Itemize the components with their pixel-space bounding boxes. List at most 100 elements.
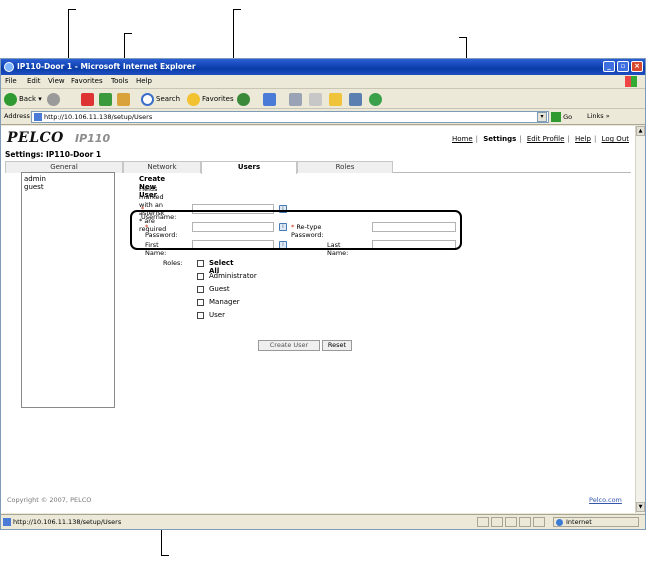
tab-network[interactable]: Network (123, 161, 201, 173)
page-content: PELCO IP110 Home | Settings | Edit Profile… (1, 126, 635, 513)
create-user-button[interactable]: Create User (258, 340, 320, 351)
research-icon (349, 92, 362, 106)
page-icon (34, 113, 42, 121)
user-list[interactable]: admin guest (21, 172, 115, 408)
scroll-down-arrow-icon[interactable]: ▼ (636, 502, 645, 512)
window-title: IP110-Door 1 - Microsoft Internet Explor… (17, 62, 196, 71)
checkbox-manager[interactable] (197, 299, 204, 306)
status-pane (491, 517, 503, 527)
top-nav: Home | Settings | Edit Profile | Help | Log … (451, 135, 629, 143)
minimize-button[interactable]: _ (603, 61, 615, 72)
folder-button[interactable] (329, 92, 344, 106)
favorites-button[interactable]: Favorites (187, 92, 234, 106)
status-pane (533, 517, 545, 527)
address-url: http://10.106.11.138/setup/Users (44, 113, 153, 121)
refresh-icon (99, 92, 112, 106)
status-bar: http://10.106.11.138/setup/Users Interne… (1, 514, 645, 529)
status-pane (477, 517, 489, 527)
product-name: IP110 (75, 132, 111, 145)
callout-line (161, 555, 169, 556)
folder-icon (329, 92, 342, 106)
status-pane (505, 517, 517, 527)
callout-line (233, 9, 241, 10)
status-pane (519, 517, 531, 527)
security-zone: Internet (553, 517, 639, 527)
home-icon (117, 92, 130, 106)
scroll-up-arrow-icon[interactable]: ▲ (636, 126, 645, 136)
vertical-scrollbar[interactable]: ▲ ▼ (635, 126, 645, 513)
callout-line (68, 9, 76, 10)
nav-settings[interactable]: Settings (483, 135, 516, 143)
refresh-button[interactable] (99, 92, 114, 106)
links-button[interactable]: Links » (587, 112, 610, 120)
nav-home[interactable]: Home (452, 135, 473, 143)
address-input[interactable]: http://10.106.11.138/setup/Users (31, 111, 549, 123)
checkbox-user[interactable] (197, 312, 204, 319)
stop-button[interactable] (81, 92, 96, 106)
checkbox-administrator[interactable] (197, 273, 204, 280)
stop-icon (81, 92, 94, 106)
copyright: Copyright © 2007, PELCO (7, 496, 92, 504)
tab-roles[interactable]: Roles (297, 161, 393, 173)
messenger-icon (369, 92, 382, 106)
nav-help[interactable]: Help (575, 135, 591, 143)
media-button[interactable] (237, 92, 252, 106)
research-button[interactable] (349, 92, 364, 106)
role-user-label: User (209, 311, 225, 319)
mail-icon (263, 92, 276, 106)
edit-icon (309, 92, 322, 106)
maximize-button[interactable]: ▫ (617, 61, 629, 72)
list-item-guest[interactable]: guest (24, 183, 112, 191)
callout-line (124, 33, 132, 34)
forward-arrow-icon (47, 92, 60, 106)
status-url: http://10.106.11.138/setup/Users (13, 518, 122, 526)
checkbox-guest[interactable] (197, 286, 204, 293)
role-manager-label: Manager (209, 298, 240, 306)
globe-icon (556, 519, 563, 526)
close-button[interactable]: × (631, 61, 643, 72)
back-button[interactable]: Back ▾ (4, 92, 42, 106)
menu-edit[interactable]: Edit (27, 77, 41, 85)
reset-button[interactable]: Reset (322, 340, 352, 351)
tab-users[interactable]: Users (201, 161, 297, 174)
print-button[interactable] (289, 92, 304, 106)
role-administrator-label: Administrator (209, 272, 257, 280)
ie-logo-icon (4, 62, 14, 72)
pelco-link[interactable]: Pelco.com (589, 496, 622, 504)
address-label: Address (4, 112, 30, 120)
pelco-logo: PELCO (7, 130, 64, 146)
menu-bar: File Edit View Favorites Tools Help (1, 75, 645, 89)
search-button[interactable]: Search (141, 92, 180, 106)
menu-view[interactable]: View (48, 77, 65, 85)
print-icon (289, 92, 302, 106)
search-icon (141, 92, 154, 106)
mail-button[interactable] (263, 92, 278, 106)
browser-window: IP110-Door 1 - Microsoft Internet Explor… (0, 58, 646, 530)
list-item-admin[interactable]: admin (24, 175, 112, 183)
required-fields-highlight (130, 210, 462, 250)
title-bar: IP110-Door 1 - Microsoft Internet Explor… (1, 59, 645, 75)
back-arrow-icon (4, 92, 17, 106)
toolbar: Back ▾ Search Favorites (1, 89, 645, 109)
messenger-button[interactable] (369, 92, 384, 106)
address-bar: Address http://10.106.11.138/setup/Users… (1, 109, 645, 125)
star-icon (187, 92, 200, 106)
nav-edit-profile[interactable]: Edit Profile (527, 135, 565, 143)
menu-file[interactable]: File (5, 77, 17, 85)
roles-label: Roles: (163, 259, 183, 267)
settings-title: Settings: IP110-Door 1 (5, 150, 102, 159)
callout-line (459, 37, 467, 38)
media-icon (237, 92, 250, 106)
nav-log-out[interactable]: Log Out (602, 135, 629, 143)
menu-help[interactable]: Help (136, 77, 152, 85)
home-button[interactable] (117, 92, 132, 106)
edit-button[interactable] (309, 92, 324, 106)
go-button[interactable]: Go (551, 111, 572, 123)
checkbox-select-all[interactable] (197, 260, 204, 267)
menu-tools[interactable]: Tools (111, 77, 128, 85)
role-guest-label: Guest (209, 285, 230, 293)
go-arrow-icon (551, 112, 561, 122)
address-dropdown-button[interactable]: ▾ (537, 112, 547, 122)
menu-favorites[interactable]: Favorites (71, 77, 103, 85)
forward-button[interactable] (47, 92, 62, 106)
